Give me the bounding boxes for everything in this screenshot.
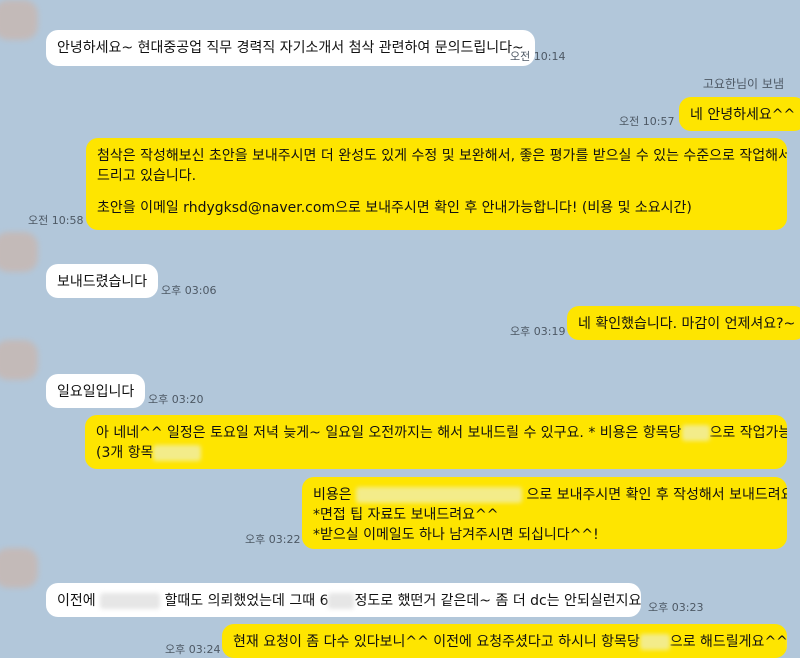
message-text: 첨삭은 작성해보신 초안을 보내주시면 더 완성도 있게 수정 및 보완해서, … (97, 148, 787, 164)
message-time: 오후 03:20 (148, 393, 204, 406)
message-text: 보내드렸습니다 (57, 274, 148, 290)
message-text: 아 네네^^ 일정은 토요일 저녁 늦게~ 일요일 오전까지는 해서 보내드릴 … (96, 425, 682, 441)
message-text: 으로 해드릴게요^^ (669, 634, 787, 650)
message-bubble[interactable]: 보내드렸습니다 (46, 264, 159, 298)
message-text: 드리고 있습니다. (97, 168, 197, 184)
message-text: 네 확인했습니다. 마감이 언제셔요?~ (578, 316, 796, 332)
message-bubble[interactable]: 일요일입니다 (46, 374, 146, 408)
avatar[interactable] (0, 232, 38, 272)
message-bubble[interactable]: 이전에 할때도 의뢰했었는데 그때 6 정도로 했떤거 같은데~ 좀 더 dc는 … (46, 583, 641, 617)
message-time: 오후 03:24 (165, 643, 221, 656)
message-text: 네 안녕하세요^^ (690, 107, 796, 123)
message-text: 일요일입니다 (57, 384, 135, 400)
message-bubble[interactable]: 네 확인했습니다. 마감이 언제셔요?~ (567, 306, 800, 340)
chat-screen: { "sender_label": "고요한님이 보냄", "messages"… (0, 0, 800, 658)
message-bubble[interactable]: 비용은 으로 보내주시면 확인 후 작성해서 보내드려요. *면접 팁 자료도 … (302, 477, 787, 549)
message-time: 오전 10:57 (619, 115, 675, 128)
avatar[interactable] (0, 0, 38, 40)
message-text: (3개 항목 (96, 445, 154, 461)
message-time: 오전 10:14 (510, 50, 566, 63)
sender-label: 고요한님이 보냄 (702, 77, 784, 91)
message-bubble[interactable]: 아 네네^^ 일정은 토요일 저녁 늦게~ 일요일 오전까지는 해서 보내드릴 … (85, 415, 787, 469)
avatar[interactable] (0, 340, 38, 380)
message-text: 현재 요청이 좀 다수 있다보니^^ 이전에 요청주셨다고 하시니 항목당 (233, 634, 640, 650)
redacted-text (639, 634, 670, 650)
message-time: 오후 03:06 (161, 284, 217, 297)
message-text: 이전에 (57, 593, 96, 609)
redacted-text (100, 593, 161, 609)
message-time: 오전 10:58 (28, 214, 84, 227)
message-text: 비용은 (313, 487, 352, 503)
message-text: 정도로 했떤거 같은데~ 좀 더 dc는 안되실런지요~^^ (354, 593, 641, 609)
message-bubble[interactable]: 현재 요청이 좀 다수 있다보니^^ 이전에 요청주셨다고 하시니 항목당 으로 … (222, 624, 787, 658)
avatar[interactable] (0, 548, 38, 588)
message-bubble[interactable]: 네 안녕하세요^^ (679, 97, 800, 131)
redacted-text (681, 425, 710, 441)
message-time: 오후 03:23 (648, 601, 704, 614)
message-text: *면접 팁 자료도 보내드려요^^ (313, 507, 499, 523)
redacted-text (328, 593, 355, 609)
message-bubble[interactable]: 안녕하세요~ 현대중공업 직무 경력직 자기소개서 첨삭 관련하여 문의드립니다… (46, 30, 535, 66)
message-text: 안녕하세요~ 현대중공업 직무 경력직 자기소개서 첨삭 관련하여 문의드립니다… (57, 40, 524, 56)
redacted-text (153, 445, 202, 461)
message-text: 할때도 의뢰했었는데 그때 6 (164, 593, 329, 609)
message-text: *받으실 이메일도 하나 남겨주시면 되십니다^^! (313, 527, 599, 543)
message-time: 오후 03:19 (510, 325, 566, 338)
message-text: 으로 보내주시면 확인 후 작성해서 보내드려요. (526, 487, 787, 503)
message-bubble[interactable]: 첨삭은 작성해보신 초안을 보내주시면 더 완성도 있게 수정 및 보완해서, … (86, 138, 787, 230)
message-text: 으로 작업가능합니다. (709, 425, 787, 441)
message-time: 오후 03:22 (245, 533, 301, 546)
redacted-text (356, 487, 523, 503)
message-text: 초안을 이메일 rhdygksd@naver.com으로 보내주시면 확인 후 … (97, 200, 692, 216)
